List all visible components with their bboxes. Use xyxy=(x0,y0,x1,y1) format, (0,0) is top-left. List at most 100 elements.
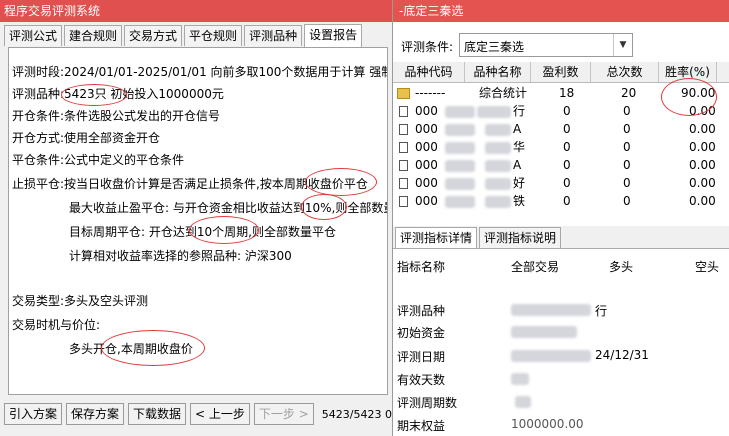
document-icon xyxy=(399,156,408,174)
result-grid-header: 品种代码 品种名称 盈利数 总次数 胜率(%) xyxy=(393,62,729,83)
table-row[interactable]: 000 行 0 0 0.00 xyxy=(393,102,729,120)
condition-select[interactable]: 底定三秦选 ▼ xyxy=(459,33,633,57)
table-row[interactable]: 000 好 0 0 0.00 xyxy=(393,174,729,192)
prev-step-button[interactable]: < 上一步 xyxy=(190,403,250,425)
col-total[interactable]: 总次数 xyxy=(591,62,659,82)
tab-report-settings[interactable]: 设置报告 xyxy=(304,24,363,47)
cell-profit: 0 xyxy=(563,122,571,136)
blurred-value xyxy=(511,326,577,338)
cell-winrate: 0.00 xyxy=(689,104,716,118)
cell-profit: 0 xyxy=(563,176,571,190)
tab-formula[interactable]: 评测公式 xyxy=(4,25,63,46)
result-window: -底定三秦选 评测条件: 底定三秦选 ▼ 品种代码 品种名称 盈利数 总次数 胜… xyxy=(392,0,729,436)
condition-select-value: 底定三秦选 xyxy=(464,40,525,54)
blurred-name xyxy=(485,195,511,213)
report-line-close-cond: 平仓条件:公式中定义的平仓条件 xyxy=(12,153,185,167)
col-name[interactable]: 品种名称 xyxy=(465,62,531,82)
cell-name: 铁 xyxy=(513,194,526,208)
document-icon xyxy=(399,138,408,156)
cell-profit: 0 xyxy=(563,140,571,154)
blurred-code xyxy=(445,195,475,213)
tab-trade-mode[interactable]: 交易方式 xyxy=(124,25,183,46)
cell-winrate: 0.00 xyxy=(689,194,716,208)
tab-close-rules[interactable]: 平仓规则 xyxy=(184,25,243,46)
detail-row-final-equity: 期末权益 xyxy=(397,419,446,433)
detail-col-short: 空头 xyxy=(695,260,720,274)
table-row[interactable]: ------- 综合统计 18 20 90.00 xyxy=(393,84,729,102)
save-plan-button[interactable]: 保存方案 xyxy=(66,403,125,425)
tab-metric-details[interactable]: 评测指标详情 xyxy=(395,227,478,248)
detail-col-all: 全部交易 xyxy=(511,260,560,274)
report-line-instruments: 评测品种:5423只 初始投入1000000元 xyxy=(12,87,224,101)
wizard-button-bar: 引入方案 保存方案 下载数据 < 上一步 下一步 > 5423/5423 01 xyxy=(4,403,399,425)
cell-name: A xyxy=(513,122,522,136)
blurred-value xyxy=(511,350,591,362)
settings-tabs: 评测公式 建合规则 交易方式 平仓规则 评测品种 设置报告 xyxy=(4,24,364,47)
cell-total: 0 xyxy=(623,140,631,154)
cell-name: A xyxy=(513,158,522,172)
tab-instruments[interactable]: 评测品种 xyxy=(244,25,303,46)
report-line-stop-loss: 止损平仓:按当日收盘价计算是否满足止损条件,按本周期收盘价平仓 xyxy=(12,177,368,191)
cell-profit: 0 xyxy=(563,104,571,118)
document-icon xyxy=(399,120,408,138)
cell-total: 0 xyxy=(623,176,631,190)
cell-winrate: 0.00 xyxy=(689,140,716,154)
detail-row-instrument: 评测品种 xyxy=(397,304,446,318)
col-winrate[interactable]: 胜率(%) xyxy=(659,62,717,82)
cell-total: 0 xyxy=(623,158,631,172)
import-plan-button[interactable]: 引入方案 xyxy=(4,403,63,425)
cell-code: 000 xyxy=(415,104,438,118)
document-icon xyxy=(399,102,408,120)
cell-total: 20 xyxy=(621,86,637,100)
col-code[interactable]: 品种代码 xyxy=(393,62,465,82)
table-row[interactable]: 000 A 0 0 0.00 xyxy=(393,156,729,174)
result-window-title: -底定三秦选 xyxy=(393,0,729,22)
detail-value: 24/12/31 xyxy=(595,348,649,362)
cell-winrate: 0.00 xyxy=(689,176,716,190)
cell-name: 华 xyxy=(513,140,526,154)
cell-code: 000 xyxy=(415,158,438,172)
cell-winrate: 0.00 xyxy=(689,122,716,136)
detail-header: 指标名称 全部交易 多头 空头 xyxy=(393,258,729,274)
table-row[interactable]: 000 A 0 0 0.00 xyxy=(393,120,729,138)
cell-code: 000 xyxy=(415,194,438,208)
tab-metric-notes[interactable]: 评测指标说明 xyxy=(479,227,562,248)
col-profit[interactable]: 盈利数 xyxy=(531,62,591,82)
detail-value: 1000000.00 xyxy=(511,417,584,431)
document-icon xyxy=(399,174,408,192)
report-line-period: 评测时段:2024/01/01-2025/01/01 向前多取100个数据用于计… xyxy=(12,65,388,79)
backtest-system-window: 程序交易评测系统 评测公式 建合规则 交易方式 平仓规则 评测品种 设置报告 评… xyxy=(0,0,399,436)
detail-row-periods: 评测周期数 xyxy=(397,396,458,410)
condition-label: 评测条件: xyxy=(401,40,454,54)
cell-name: 行 xyxy=(513,104,526,118)
detail-row-test-date: 评测日期 xyxy=(397,350,446,364)
next-step-button[interactable]: 下一步 > xyxy=(253,403,314,425)
cell-name: 好 xyxy=(513,176,526,190)
cell-code: 000 xyxy=(415,140,438,154)
blurred-value xyxy=(515,396,531,408)
cell-profit: 0 xyxy=(563,194,571,208)
blurred-value xyxy=(511,304,591,316)
progress-count: 5423/5423 01 xyxy=(321,407,399,421)
cell-code: ------- xyxy=(415,86,446,100)
cell-profit: 18 xyxy=(559,86,575,100)
report-line-open-cond: 开仓条件:条件选股公式发出的开仓信号 xyxy=(12,109,221,123)
cell-code: 000 xyxy=(415,176,438,190)
report-line-take-profit: 最大收益止盈平仓: 与开仓资金相比收益达到10%,则全部数量 xyxy=(69,201,388,215)
window-title: 程序交易评测系统 xyxy=(0,0,395,22)
table-row[interactable]: 000 铁 0 0 0.00 xyxy=(393,192,729,210)
detail-col-long: 多头 xyxy=(609,260,634,274)
report-line-trade-type: 交易类型:多头及空头评测 xyxy=(12,294,149,308)
detail-value: 行 xyxy=(595,304,608,318)
table-row[interactable]: 000 华 0 0 0.00 xyxy=(393,138,729,156)
report-line-open-mode: 开仓方式:使用全部资金开仓 xyxy=(12,131,161,145)
cell-code: 000 xyxy=(415,122,438,136)
document-icon xyxy=(399,192,408,210)
chevron-down-icon[interactable]: ▼ xyxy=(613,34,632,56)
cell-name: 综合统计 xyxy=(479,86,528,100)
report-line-long-open: 多头开仓,本周期收盘价 xyxy=(69,342,193,356)
cell-winrate: 90.00 xyxy=(681,86,716,100)
detail-tabs: 评测指标详情 评测指标说明 xyxy=(393,226,729,249)
download-data-button[interactable]: 下载数据 xyxy=(128,403,187,425)
tab-open-rules[interactable]: 建合规则 xyxy=(64,25,123,46)
